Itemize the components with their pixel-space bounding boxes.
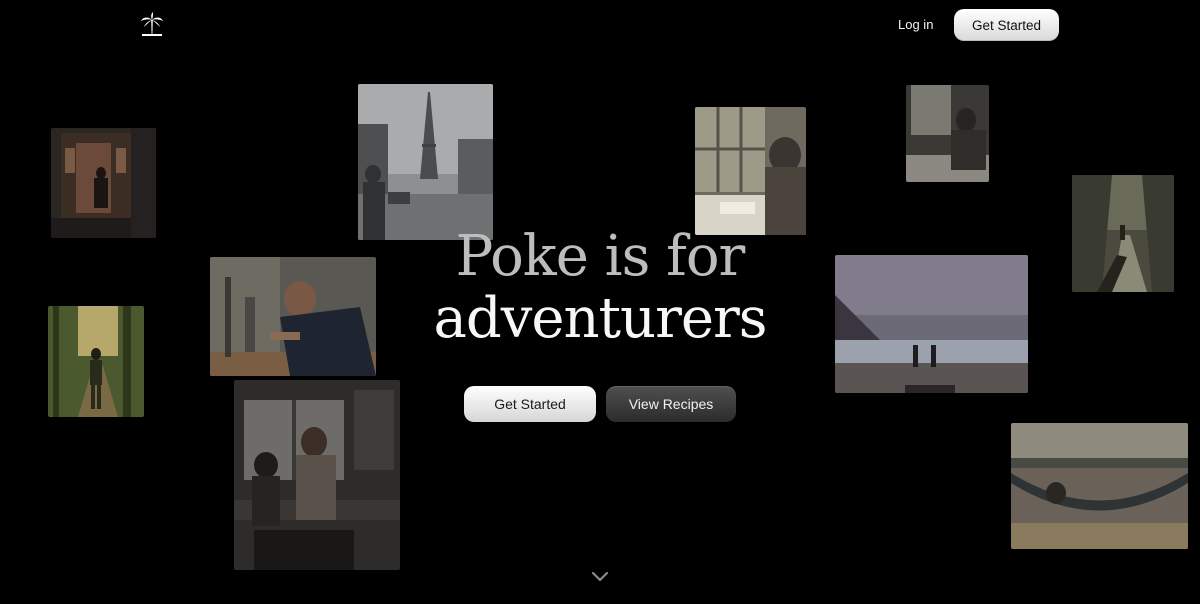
photo-person-walking-road <box>1072 175 1174 292</box>
photo-forest-trail-hiker <box>48 306 144 417</box>
photo-parent-and-child-in-kitchen <box>234 380 400 570</box>
photo-person-working-at-desk <box>210 257 376 376</box>
photo-person-in-hammock <box>1011 423 1188 549</box>
header-get-started-button[interactable]: Get Started <box>954 9 1059 41</box>
photo-person-at-window <box>906 85 989 182</box>
chevron-down-icon[interactable] <box>590 569 610 583</box>
photo-people-on-beach <box>835 255 1028 393</box>
palm-tree-icon[interactable] <box>139 12 165 38</box>
photo-eiffel-tower-rainy-street <box>358 84 493 240</box>
view-recipes-button[interactable]: View Recipes <box>606 386 736 422</box>
photo-person-reading-by-window <box>695 107 806 235</box>
get-started-button[interactable]: Get Started <box>464 386 596 422</box>
login-link[interactable]: Log in <box>888 10 943 40</box>
photo-person-in-doorway <box>51 128 156 238</box>
